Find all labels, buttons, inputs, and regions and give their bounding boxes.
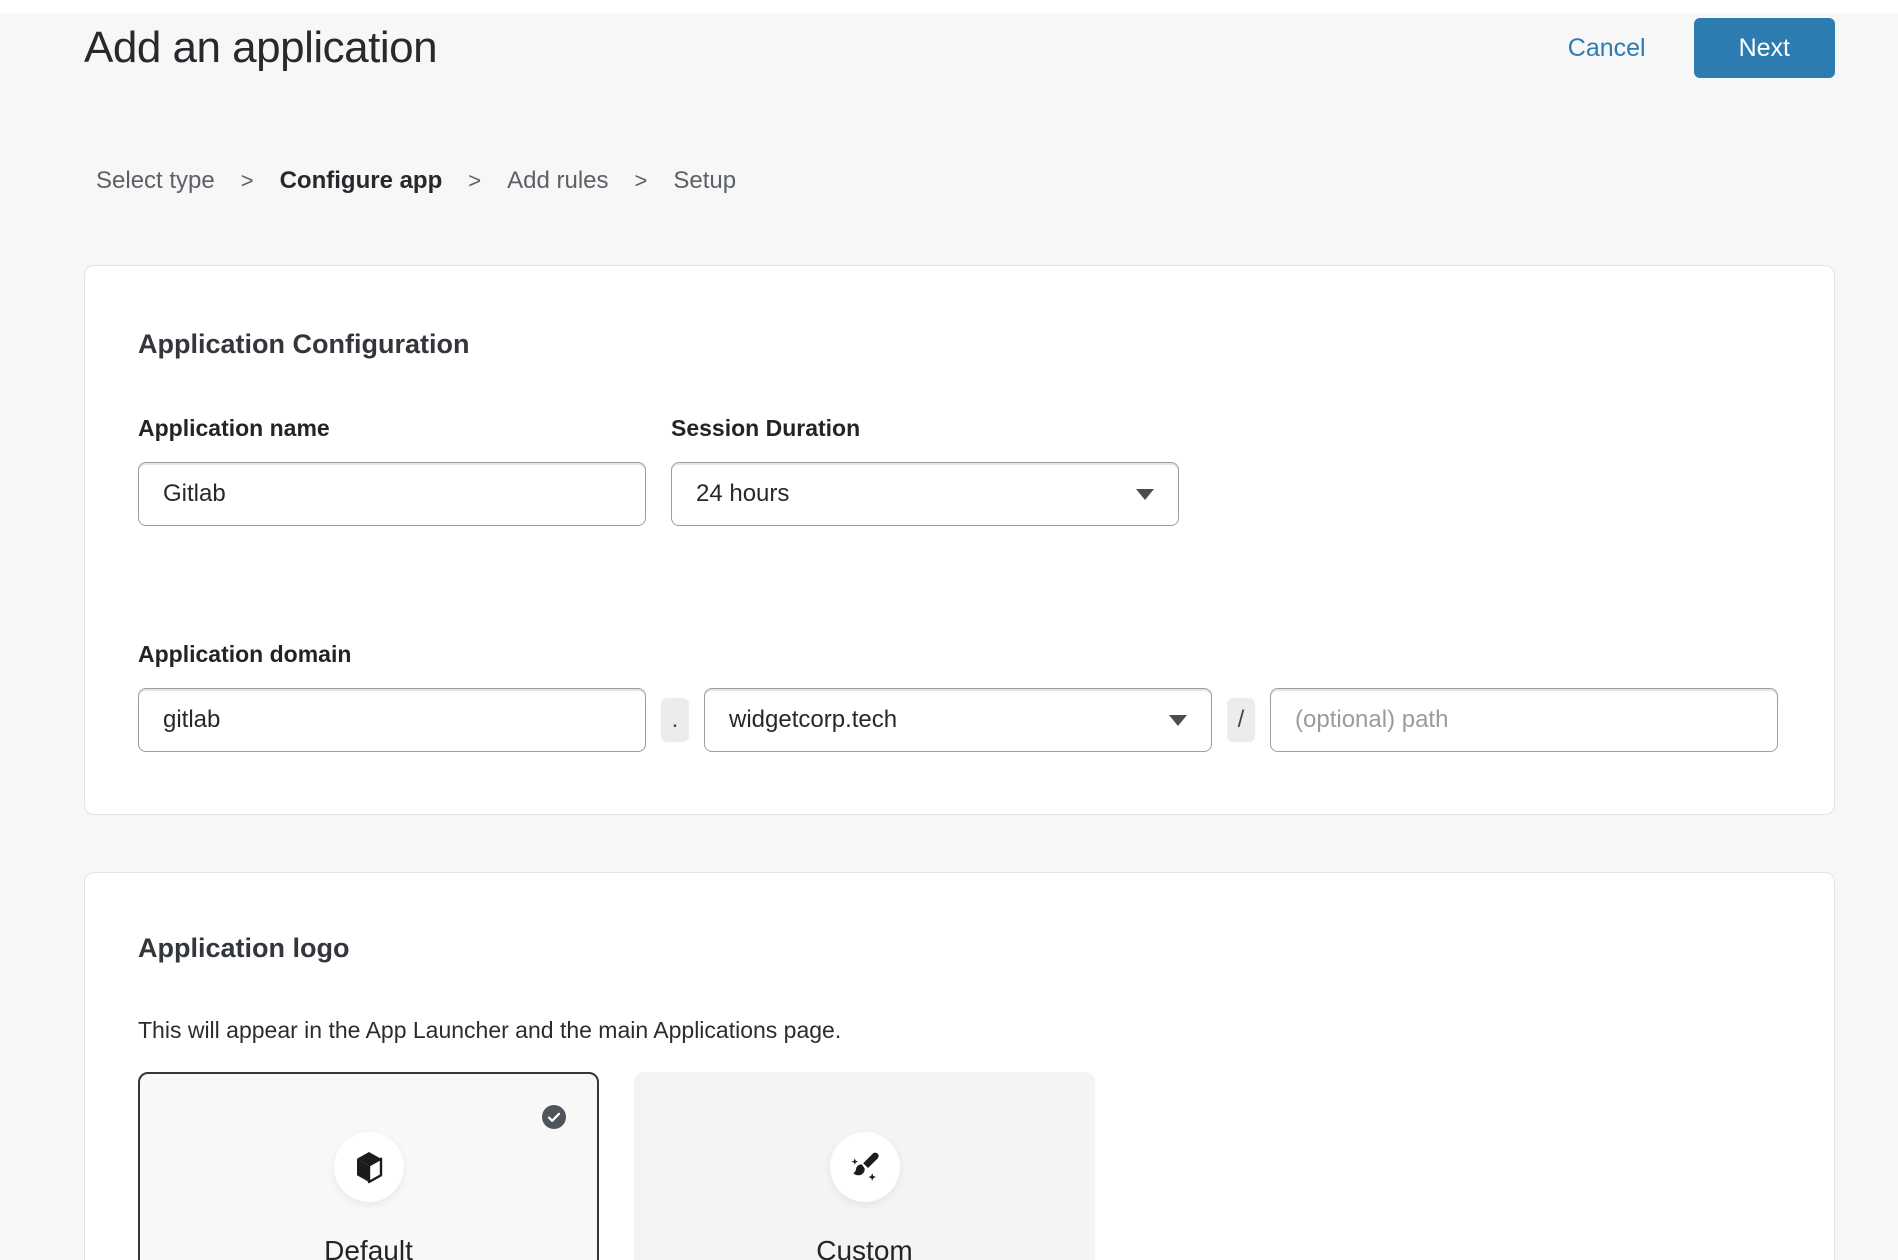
application-domain-row: . widgetcorp.tech / <box>138 688 1781 752</box>
domain-select[interactable]: widgetcorp.tech <box>704 688 1212 752</box>
name-duration-labels: Application name Session Duration <box>138 417 1781 440</box>
application-domain-label: Application domain <box>138 643 1781 666</box>
session-duration-selected-value: 24 hours <box>696 480 789 508</box>
breadcrumb-separator: > <box>241 168 254 194</box>
breadcrumb-step-configure-app[interactable]: Configure app <box>280 167 443 195</box>
page-title: Add an application <box>84 23 437 73</box>
subdomain-input[interactable] <box>138 688 646 752</box>
breadcrumb-step-setup[interactable]: Setup <box>673 167 736 195</box>
page-header: Add an application Cancel Next <box>84 17 1835 79</box>
chevron-down-icon <box>1169 715 1187 726</box>
add-application-page: Add an application Cancel Next Select ty… <box>0 17 1898 1260</box>
paintbrush-icon <box>847 1149 883 1185</box>
logo-option-label: Custom <box>816 1236 912 1260</box>
cube-icon <box>351 1149 387 1185</box>
cancel-button[interactable]: Cancel <box>1568 34 1646 63</box>
selected-check-icon <box>542 1105 566 1129</box>
configuration-card-title: Application Configuration <box>138 328 1781 361</box>
breadcrumb-separator: > <box>635 168 648 194</box>
application-logo-card: Application logo This will appear in the… <box>84 872 1835 1260</box>
logo-option-label: Default <box>324 1236 413 1260</box>
session-duration-label: Session Duration <box>671 417 860 440</box>
next-button[interactable]: Next <box>1694 18 1835 78</box>
breadcrumb: Select type > Configure app > Add rules … <box>84 167 1835 195</box>
chevron-down-icon <box>1136 489 1154 500</box>
logo-card-title: Application logo <box>138 932 1781 965</box>
domain-slash-separator: / <box>1227 698 1255 742</box>
session-duration-select[interactable]: 24 hours <box>671 462 1179 526</box>
logo-card-description: This will appear in the App Launcher and… <box>138 1016 1781 1044</box>
custom-logo-circle <box>830 1132 900 1202</box>
default-logo-circle <box>334 1132 404 1202</box>
domain-selected-value: widgetcorp.tech <box>729 706 897 734</box>
logo-option-default[interactable]: Default <box>138 1072 599 1260</box>
breadcrumb-separator: > <box>468 168 481 194</box>
logo-option-custom[interactable]: Custom <box>634 1072 1095 1260</box>
breadcrumb-step-add-rules[interactable]: Add rules <box>507 167 608 195</box>
breadcrumb-step-select-type[interactable]: Select type <box>96 167 215 195</box>
application-name-label: Application name <box>138 417 646 440</box>
name-duration-inputs: 24 hours <box>138 462 1781 526</box>
path-input[interactable] <box>1270 688 1778 752</box>
header-actions: Cancel Next <box>1568 18 1835 78</box>
domain-dot-separator: . <box>661 698 689 742</box>
logo-option-tiles: Default Custom <box>138 1072 1781 1260</box>
application-name-input[interactable] <box>138 462 646 526</box>
application-configuration-card: Application Configuration Application na… <box>84 265 1835 815</box>
top-bar <box>0 0 1898 13</box>
